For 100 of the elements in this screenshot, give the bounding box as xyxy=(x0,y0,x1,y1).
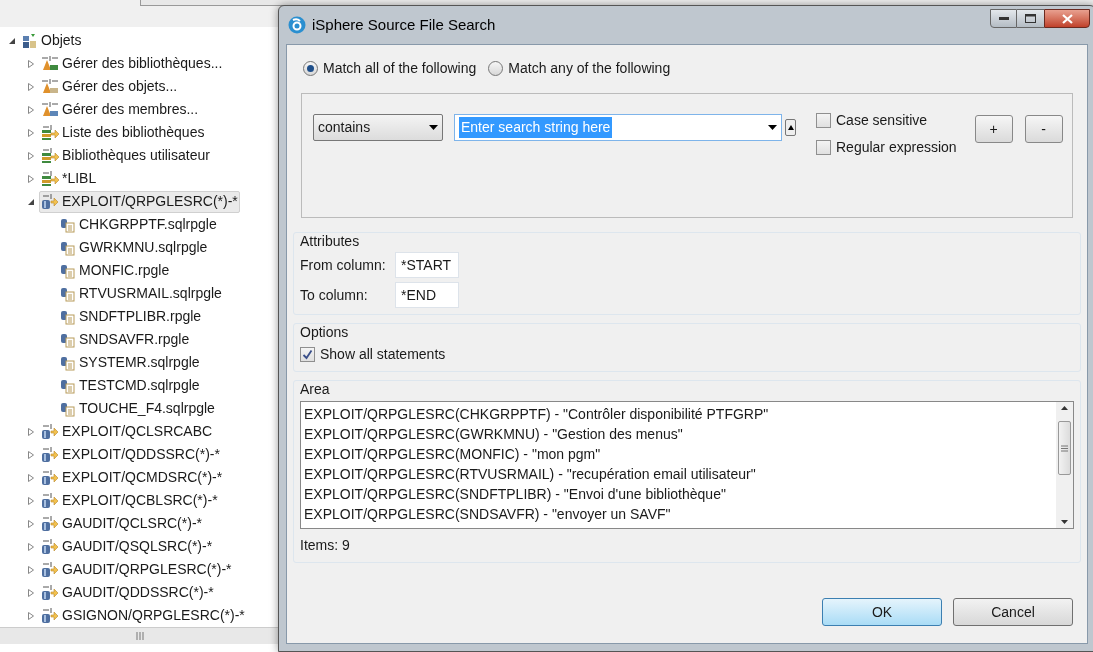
collapsed-arrow-icon[interactable] xyxy=(27,59,35,68)
member-file-icon xyxy=(60,308,76,325)
tree-item[interactable]: RTVUSRMAIL.sqlrpgle xyxy=(58,282,224,305)
collapsed-arrow-icon[interactable] xyxy=(27,82,35,91)
library-list-icon xyxy=(41,124,59,141)
tree-item[interactable]: GAUDIT/QCLSRC(*)-* xyxy=(39,512,204,535)
tree-item[interactable]: EXPLOIT/QCMDSRC(*)-* xyxy=(39,466,225,489)
tree-item-label: GAUDIT/QCLSRC(*)-* xyxy=(62,514,202,533)
tree-item[interactable]: EXPLOIT/QDDSSRC(*)-* xyxy=(39,443,222,466)
close-button[interactable] xyxy=(1044,9,1090,28)
field-label: From column: xyxy=(300,255,387,275)
close-icon xyxy=(1061,13,1073,24)
source-file-icon xyxy=(41,607,59,624)
column-field[interactable]: *START xyxy=(395,252,459,278)
history-toggle-button[interactable] xyxy=(785,119,796,136)
collapsed-arrow-icon[interactable] xyxy=(27,473,35,482)
operator-dropdown[interactable]: contains xyxy=(313,114,443,141)
tree-item[interactable]: SNDFTPLIBR.rpgle xyxy=(58,305,204,328)
library-list-icon xyxy=(41,170,59,187)
collapsed-arrow-icon[interactable] xyxy=(27,611,35,620)
tree-item-label: TOUCHE_F4.sqlrpgle xyxy=(79,399,215,418)
tree-item-label: EXPLOIT/QCBLSRC(*)-* xyxy=(62,491,218,510)
tree-item[interactable]: Gérer des objets... xyxy=(39,75,180,98)
expanded-arrow-icon[interactable] xyxy=(8,36,16,45)
collapsed-arrow-icon[interactable] xyxy=(27,565,35,574)
wizard-icon xyxy=(41,101,59,118)
scrollbar-grip-icon xyxy=(1061,444,1068,452)
checkbox[interactable] xyxy=(816,113,831,128)
radio-label: Match all of the following xyxy=(323,59,477,78)
dialog-button[interactable]: Cancel xyxy=(953,598,1073,626)
expanded-arrow-icon[interactable] xyxy=(27,197,35,206)
tree-item-label: TESTCMD.sqlrpgle xyxy=(79,376,200,395)
window-title: iSphere Source File Search xyxy=(312,14,496,35)
area-list-item[interactable]: EXPLOIT/QRPGLESRC(CHKGRPPTF) - "Contrôler disponibilité PTFGRP" xyxy=(304,404,1056,424)
tree-item[interactable]: GWRKMNU.sqlrpgle xyxy=(58,236,210,259)
minimize-button[interactable] xyxy=(990,9,1017,28)
collapsed-arrow-icon[interactable] xyxy=(27,519,35,528)
tree-item[interactable]: GAUDIT/QSQLSRC(*)-* xyxy=(39,535,215,558)
add-criterion-button[interactable]: + xyxy=(974,115,1013,143)
remove-criterion-button[interactable]: - xyxy=(1024,115,1063,143)
collapsed-arrow-icon[interactable] xyxy=(27,588,35,597)
collapsed-arrow-icon[interactable] xyxy=(27,151,35,160)
area-list-item[interactable]: EXPLOIT/QRPGLESRC(GWRKMNU) - "Gestion des menus" xyxy=(304,424,1056,444)
collapsed-arrow-icon[interactable] xyxy=(27,105,35,114)
collapsed-arrow-icon[interactable] xyxy=(27,427,35,436)
dropdown-arrow-icon xyxy=(768,125,777,130)
tree-item[interactable]: TOUCHE_F4.sqlrpgle xyxy=(58,397,217,420)
tree-item[interactable]: EXPLOIT/QRPGLESRC(*)-* xyxy=(39,190,240,213)
tree-item-label: *LIBL xyxy=(62,169,97,188)
area-list-item[interactable]: EXPLOIT/QRPGLESRC(SNDSAVFR) - "envoyer un SAVF" xyxy=(304,504,1056,524)
horizontal-scrollbar[interactable] xyxy=(0,627,280,644)
tree-item[interactable]: SYSTEMR.sqlrpgle xyxy=(58,351,202,374)
tree-item-label: Liste des bibliothèques xyxy=(62,123,205,142)
radio-button[interactable] xyxy=(303,61,318,76)
tree-item-label: Objets xyxy=(41,31,82,50)
tree-item-label: Gérer des bibliothèques... xyxy=(62,54,223,73)
tree-item[interactable]: TESTCMD.sqlrpgle xyxy=(58,374,202,397)
collapsed-arrow-icon[interactable] xyxy=(27,128,35,137)
tree-item[interactable]: GSIGNON/QRPGLESRC(*)-* xyxy=(39,604,247,627)
tree-item-label: EXPLOIT/QDDSSRC(*)-* xyxy=(62,445,220,464)
scroll-thumb[interactable] xyxy=(1058,421,1071,475)
app-logo-icon xyxy=(288,16,306,34)
checkmark-icon xyxy=(302,349,313,360)
area-list-item[interactable]: EXPLOIT/QRPGLESRC(RTVUSRMAIL) - "recupération email utilisateur" xyxy=(304,464,1056,484)
tree-item[interactable]: EXPLOIT/QCLSRCABC xyxy=(39,420,215,443)
member-file-icon xyxy=(60,262,76,279)
tree-item-label: GAUDIT/QRPGLESRC(*)-* xyxy=(62,560,232,579)
column-field[interactable]: *END xyxy=(395,282,459,308)
area-list-item[interactable]: EXPLOIT/QRPGLESRC(MONFIC) - "mon pgm" xyxy=(304,444,1056,464)
source-file-icon xyxy=(41,469,59,486)
tree-item[interactable]: SNDSAVFR.rpgle xyxy=(58,328,192,351)
collapsed-arrow-icon[interactable] xyxy=(27,542,35,551)
group-title: Attributes xyxy=(300,232,361,250)
radio-button[interactable] xyxy=(488,61,504,76)
tree-item[interactable]: GAUDIT/QDDSSRC(*)-* xyxy=(39,581,216,604)
tree-item[interactable]: Objets xyxy=(20,29,84,52)
area-list-item[interactable]: EXPLOIT/QRPGLESRC(SNDFTPLIBR) - "Envoi d'une bibliothèque" xyxy=(304,484,1056,504)
tree-item[interactable]: GAUDIT/QRPGLESRC(*)-* xyxy=(39,558,234,581)
member-file-icon xyxy=(60,377,76,394)
tree-item[interactable]: Gérer des bibliothèques... xyxy=(39,52,225,75)
collapsed-arrow-icon[interactable] xyxy=(27,450,35,459)
vertical-scrollbar[interactable] xyxy=(1056,402,1073,528)
checkbox[interactable] xyxy=(816,140,831,155)
tree-item[interactable]: MONFIC.rpgle xyxy=(58,259,172,282)
checkbox[interactable] xyxy=(300,347,315,362)
tree-item[interactable]: Bibliothèques utilisateur xyxy=(39,144,212,167)
tree-item[interactable]: *LIBL xyxy=(39,167,99,190)
tree-item[interactable]: EXPLOIT/QCBLSRC(*)-* xyxy=(39,489,220,512)
collapsed-arrow-icon[interactable] xyxy=(27,174,35,183)
member-file-icon xyxy=(60,354,76,371)
tree-item[interactable]: CHKGRPPTF.sqlrpgle xyxy=(58,213,219,236)
tree-item-label: GAUDIT/QDDSSRC(*)-* xyxy=(62,583,214,602)
tree-item[interactable]: Gérer des membres... xyxy=(39,98,201,121)
library-list-icon xyxy=(41,147,59,164)
maximize-button[interactable] xyxy=(1017,9,1044,28)
dialog-button[interactable]: OK xyxy=(822,598,942,626)
maximize-icon xyxy=(1025,14,1036,23)
collapsed-arrow-icon[interactable] xyxy=(27,496,35,505)
tree-item[interactable]: Liste des bibliothèques xyxy=(39,121,207,144)
scroll-down-icon xyxy=(1061,520,1068,524)
